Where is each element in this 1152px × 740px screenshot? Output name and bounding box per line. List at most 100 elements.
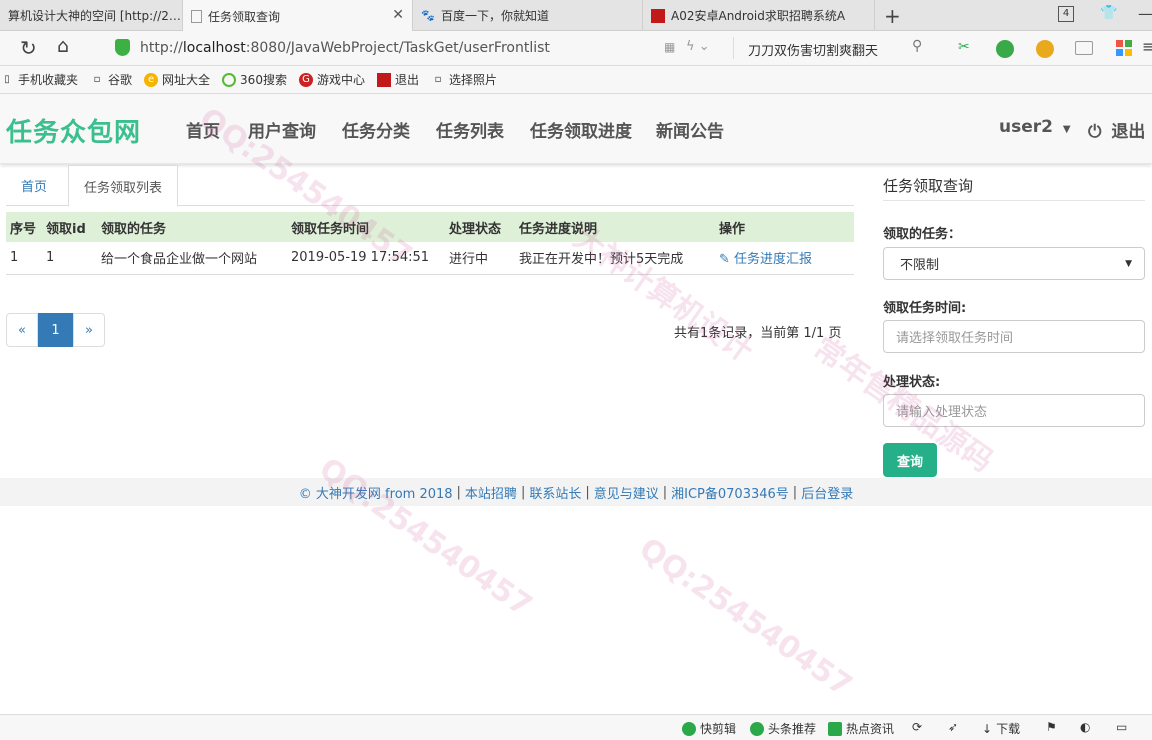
table-header-row: 序号 领取id 领取的任务 领取任务时间 处理状态 任务进度说明 操作 xyxy=(6,212,854,242)
bookmark-item[interactable]: ▯ 手机收藏夹 xyxy=(0,71,78,88)
apps-grid-icon[interactable] xyxy=(1116,40,1132,56)
separator: | xyxy=(456,484,461,500)
footer-link[interactable]: 本站招聘 xyxy=(465,483,517,502)
search-icon[interactable]: ⚲ xyxy=(912,38,922,54)
status-item[interactable]: 快剪辑 xyxy=(682,720,736,737)
bookmark-item[interactable]: e 网址大全 xyxy=(144,71,210,88)
logout-label: 退出 xyxy=(1111,122,1146,142)
page-icon: ▫ xyxy=(434,74,442,85)
security-shield-icon xyxy=(115,39,130,56)
nav-task-list[interactable]: 任务列表 xyxy=(436,117,504,142)
nav-task-category[interactable]: 任务分类 xyxy=(342,117,410,142)
record-info: 共有1条记录，当前第 1/1 页 xyxy=(674,326,842,341)
refresh-icon[interactable]: ⟳ xyxy=(912,720,922,734)
browser-status-bar: 快剪辑 头条推荐 热点资讯 ⟳ ➶ ↓ 下载 ⚑ ◐ ▭ xyxy=(0,714,1152,740)
task-label: 领取的任务： xyxy=(883,227,962,242)
col-header: 任务进度说明 xyxy=(519,221,598,237)
user-menu[interactable]: user2 ▼ xyxy=(999,117,1071,137)
state-input[interactable]: 请输入处理状态 xyxy=(883,394,1145,427)
status-item[interactable]: ↓ 下载 xyxy=(982,720,1020,737)
rocket-icon[interactable]: ➶ xyxy=(948,720,958,734)
power-icon: ⏻ xyxy=(1088,122,1102,142)
cell: 进行中 xyxy=(449,252,489,268)
flag-icon[interactable]: ⚑ xyxy=(1046,720,1057,734)
progress-report-link[interactable]: ✎ 任务进度汇报 xyxy=(719,252,812,267)
url-host: localhost xyxy=(182,40,246,56)
panel-divider xyxy=(883,200,1145,201)
exit-app-icon xyxy=(376,72,391,87)
page-current[interactable]: 1 xyxy=(38,313,73,347)
reload-icon[interactable]: ↻ xyxy=(20,36,37,60)
time-input[interactable]: 请选择领取任务时间 xyxy=(883,320,1145,353)
bookmark-label: 选择照片 xyxy=(448,73,497,87)
page-next[interactable]: » xyxy=(73,313,105,347)
minimize-icon[interactable]: — xyxy=(1138,4,1152,23)
home-icon[interactable]: ⌂ xyxy=(57,35,69,57)
search-input[interactable]: 刀刀双伤害切割爽翻天 xyxy=(748,40,878,59)
logout-link[interactable]: ⏻ 退出 xyxy=(1088,117,1145,142)
window-icon[interactable]: ▭ xyxy=(1116,720,1127,734)
status-item[interactable]: 头条推荐 xyxy=(750,720,816,737)
close-icon[interactable]: ✕ xyxy=(392,7,404,23)
task-select[interactable]: 不限制 ▼ xyxy=(883,247,1145,280)
menu-icon[interactable]: ≡ xyxy=(1142,37,1152,56)
shirt-icon[interactable]: 👕 xyxy=(1100,5,1117,21)
nav-news[interactable]: 新闻公告 xyxy=(656,117,724,142)
site-brand[interactable]: 任务众包网 xyxy=(6,112,141,149)
coin-icon[interactable] xyxy=(1036,40,1054,58)
scissors-icon[interactable]: ✂ xyxy=(958,39,970,55)
nav-home[interactable]: 首页 xyxy=(186,117,220,142)
browser-icon[interactable]: ◐ xyxy=(1080,720,1090,734)
screenshot-icon[interactable] xyxy=(1075,41,1093,55)
status-label: 热点资讯 xyxy=(846,722,895,736)
bookmark-item[interactable]: ▫ 选择照片 xyxy=(431,71,497,88)
task-get-table: 序号 领取id 领取的任务 领取任务时间 处理状态 任务进度说明 操作 1 1 … xyxy=(6,212,854,275)
game-icon: G xyxy=(298,72,313,87)
browser-tab[interactable]: 🐾 百度一下，你就知道 xyxy=(413,0,643,31)
separator: | xyxy=(585,484,590,500)
footer-link[interactable]: 联系站长 xyxy=(529,483,581,502)
url-path: :8080/JavaWebProject/TaskGet/userFrontli… xyxy=(245,40,550,56)
cell: 2019-05-19 17:54:51 xyxy=(291,250,430,266)
address-bar-row: ↻ ⌂ http://localhost:8080/JavaWebProject… xyxy=(0,31,1152,66)
tab-task-get-list[interactable]: 任务领取列表 xyxy=(68,165,179,207)
page-icon: ▫ xyxy=(93,74,101,85)
bookmarks-bar: ▯ 手机收藏夹 ▫ 谷歌 e 网址大全 360搜索 G 游戏中心 退出 ▫ 选择照片 xyxy=(0,66,1152,94)
footer-link[interactable]: 湘ICP备0703346号 xyxy=(671,483,789,502)
nav-task-progress[interactable]: 任务领取进度 xyxy=(530,117,632,142)
360-icon xyxy=(222,72,237,87)
bookmark-label: 网址大全 xyxy=(162,73,211,87)
cell: 给一个食品企业做一个网站 xyxy=(101,252,258,268)
pencil-icon: ✎ xyxy=(719,252,730,268)
qr-icon[interactable]: ▦ xyxy=(664,40,675,54)
footer-link[interactable]: 后台登录 xyxy=(801,483,853,502)
bookmark-item[interactable]: 360搜索 xyxy=(222,71,287,88)
nav-user-query[interactable]: 用户查询 xyxy=(248,117,316,142)
cell-action: ✎ 任务进度汇报 xyxy=(719,242,854,274)
tab-count-badge[interactable]: 4 xyxy=(1058,6,1074,22)
news-icon xyxy=(828,721,842,736)
page-prev[interactable]: « xyxy=(6,313,38,347)
browser-tab[interactable]: 算机设计大神的空间 [http://2… xyxy=(0,0,183,31)
separator: | xyxy=(520,484,526,500)
bookmark-label: 谷歌 xyxy=(108,73,133,87)
translate-icon[interactable] xyxy=(996,40,1014,58)
bookmark-item[interactable]: 退出 xyxy=(376,71,419,88)
status-item[interactable]: 热点资讯 xyxy=(828,720,894,737)
bookmark-label: 游戏中心 xyxy=(316,73,365,87)
new-tab-icon[interactable]: + xyxy=(884,4,901,28)
browser-tab-active[interactable]: 任务领取查询 ✕ xyxy=(183,0,413,32)
bookmark-label: 退出 xyxy=(394,73,419,87)
task-select-value: 不限制 xyxy=(900,258,940,273)
baidu-icon: 🐾 xyxy=(421,9,435,22)
browser-tab[interactable]: A02安卓Android求职招聘系统A xyxy=(643,0,875,31)
tab-home[interactable]: 首页 xyxy=(6,165,62,206)
col-header: 处理状态 xyxy=(449,221,502,237)
bookmark-item[interactable]: G 游戏中心 xyxy=(298,71,365,88)
col-header: 领取的任务 xyxy=(101,221,167,237)
bookmark-item[interactable]: ▫ 谷歌 xyxy=(90,71,132,88)
query-button[interactable]: 查询 xyxy=(883,443,937,477)
footer-link[interactable]: 意见与建议 xyxy=(594,483,659,502)
url-input[interactable]: http://localhost:8080/JavaWebProject/Tas… xyxy=(140,40,550,56)
lightning-icon[interactable]: ϟ ⌄ xyxy=(686,39,710,54)
